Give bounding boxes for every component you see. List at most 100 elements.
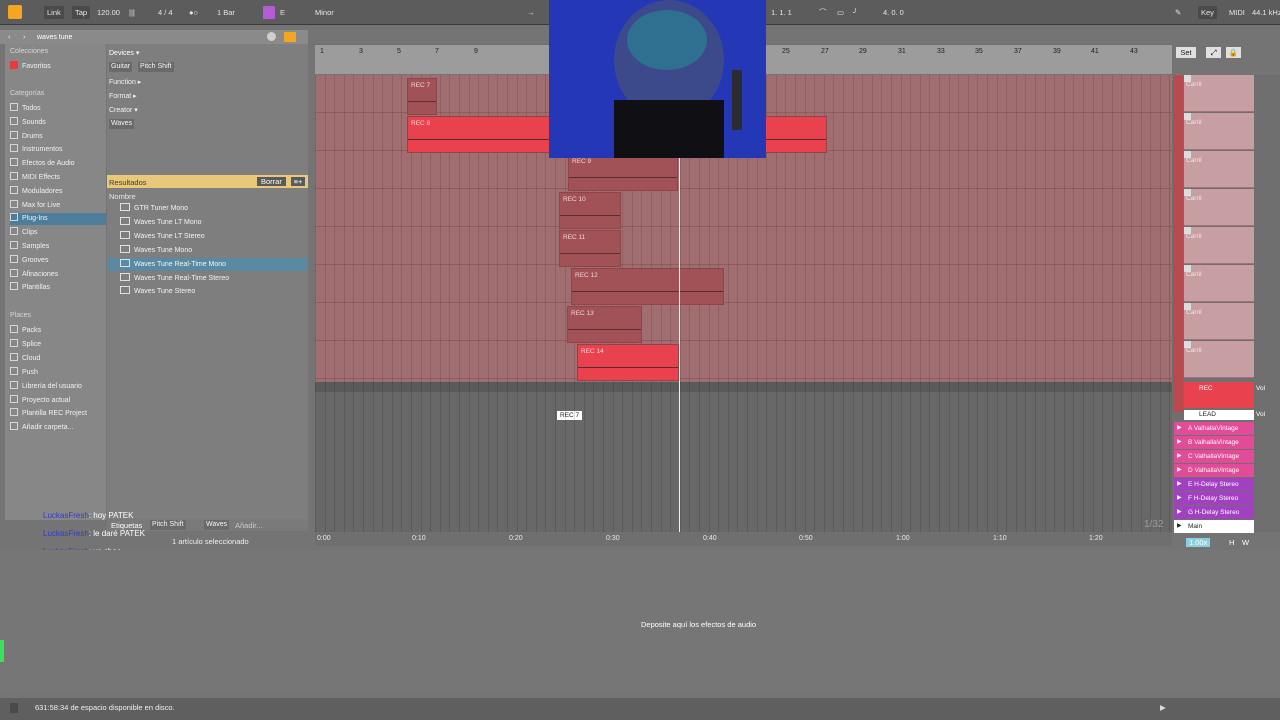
time-ruler[interactable]: 0:00 0:10 0:20 0:30 0:40 0:50 1:00 1:10 1:20 xyxy=(315,532,1172,546)
punch-out-icon[interactable]: ╯ xyxy=(850,6,861,19)
return-track-header[interactable]: A ValhallaVintage xyxy=(1174,422,1254,435)
return-track-header[interactable]: G H-Delay Stereo xyxy=(1174,506,1254,519)
result-item[interactable]: Waves Tune Real-Time Mono xyxy=(107,257,308,271)
time-signature[interactable]: 4 / 4 xyxy=(155,6,176,19)
track-lane[interactable] xyxy=(315,341,1172,379)
lead-volume[interactable]: Vol xyxy=(1256,411,1265,418)
loop-start-field[interactable]: 1. 1. 1 xyxy=(768,6,795,19)
track-lane[interactable] xyxy=(315,303,1172,341)
place-item-librer-a-del-usuario[interactable]: Librería del usuario xyxy=(10,380,106,393)
return-track-header[interactable]: F H-Delay Stereo xyxy=(1174,492,1254,505)
place-item-splice[interactable]: Splice xyxy=(10,338,106,351)
add-filter-icon[interactable]: ≡+ xyxy=(291,177,305,186)
place-item-packs[interactable]: Packs xyxy=(10,325,106,337)
result-item[interactable]: Waves Tune Real-Time Stereo xyxy=(120,272,305,285)
back-icon[interactable]: ‹ xyxy=(8,32,11,41)
lead-track-header[interactable]: LEAD xyxy=(1184,410,1254,420)
main-track-header[interactable]: Main xyxy=(1174,520,1254,533)
tap-button[interactable]: Tap xyxy=(72,6,91,19)
sidebar-item-favorites[interactable]: Favoritos xyxy=(10,61,106,73)
audio-clip[interactable]: REC 13 xyxy=(567,306,642,343)
sidebar-item-sounds[interactable]: Sounds xyxy=(10,116,106,129)
result-item[interactable]: Waves Tune Stereo xyxy=(120,285,305,298)
sidebar-item-grooves[interactable]: Grooves xyxy=(10,254,106,267)
result-item[interactable]: Waves Tune LT Stereo xyxy=(120,230,305,243)
audio-clip[interactable]: REC 12 xyxy=(571,268,724,305)
result-item[interactable]: GTR Tuner Mono xyxy=(120,202,305,215)
rec-track-header[interactable]: REC xyxy=(1184,382,1254,408)
browser-search-input[interactable] xyxy=(37,31,275,43)
play-icon[interactable]: ▶ xyxy=(1160,703,1166,712)
sidebar-item-afinaciones[interactable]: Afinaciones xyxy=(10,268,106,281)
return-track-header[interactable]: D ValhallaVintage xyxy=(1174,464,1254,477)
grid-fraction[interactable]: 1/32 xyxy=(1144,519,1163,530)
small-clip[interactable]: REC 7 xyxy=(557,411,583,420)
result-item[interactable]: Waves Tune LT Mono xyxy=(120,216,305,229)
forward-icon[interactable]: › xyxy=(23,32,26,41)
sidebar-item-efectos-de-audio[interactable]: Efectos de Audio xyxy=(10,158,106,170)
sidebar-item-plantillas[interactable]: Plantillas xyxy=(10,282,106,294)
tag-waves[interactable]: Waves xyxy=(109,119,135,129)
midi-map-button[interactable]: MIDI xyxy=(1226,6,1248,19)
track-header[interactable]: Carril xyxy=(1184,341,1254,378)
tempo-field[interactable]: 120.00 xyxy=(94,6,123,19)
scale-toggle-icon[interactable] xyxy=(263,6,275,19)
filter-creator[interactable]: Creator ▾ xyxy=(109,105,138,116)
set-button[interactable]: Set xyxy=(1176,47,1196,58)
audio-clip[interactable]: REC 14 xyxy=(577,344,679,381)
filter-format[interactable]: Format ▸ xyxy=(109,91,137,102)
track-header[interactable]: Carril xyxy=(1184,189,1254,226)
sidebar-item-drums[interactable]: Drums xyxy=(10,130,106,143)
track-header[interactable]: Carril xyxy=(1184,303,1254,340)
place-item-plantilla-rec-project[interactable]: Plantilla REC Project xyxy=(10,408,106,420)
place-item-a-adir-carpeta-[interactable]: Añadir carpeta... xyxy=(10,422,106,434)
tag-guitar[interactable]: Guitar xyxy=(109,62,133,72)
sidebar-item-midi-effects[interactable]: MIDI Effects xyxy=(10,172,106,184)
punch-in-icon[interactable]: ▭ xyxy=(834,6,847,19)
return-track-header[interactable]: C ValhallaVintage xyxy=(1174,450,1254,463)
place-item-proyecto-actual[interactable]: Proyecto actual xyxy=(10,394,106,407)
track-header[interactable]: Carril xyxy=(1184,227,1254,264)
result-item[interactable]: Waves Tune Mono xyxy=(120,244,305,257)
sidebar-item-max-for-live[interactable]: Max for Live xyxy=(10,199,106,212)
loop-toggle-icon[interactable]: ⌒ xyxy=(816,6,830,19)
track-header[interactable]: Carril xyxy=(1184,151,1254,188)
name-column-header[interactable]: Nombre xyxy=(109,192,136,201)
return-track-header[interactable]: B ValhallaVintage xyxy=(1174,436,1254,449)
audio-clip[interactable]: REC 7 xyxy=(407,78,437,115)
sidebar-item-samples[interactable]: Samples xyxy=(10,241,106,253)
rec-volume[interactable]: Vol xyxy=(1256,385,1265,392)
live-logo-icon[interactable] xyxy=(8,5,22,19)
clear-results-button[interactable]: Borrar xyxy=(257,177,286,186)
metronome-icon[interactable]: ||| xyxy=(126,6,138,19)
key-map-button[interactable]: Key xyxy=(1198,6,1217,19)
lock-icon[interactable]: 🔒 xyxy=(1226,47,1241,58)
draw-mode-icon[interactable]: ✎ xyxy=(1172,6,1184,19)
sidebar-item-instrumentos[interactable]: Instrumentos xyxy=(10,144,106,156)
place-item-push[interactable]: Push xyxy=(10,366,106,379)
place-item-cloud[interactable]: Cloud xyxy=(10,352,106,365)
track-lane[interactable] xyxy=(315,265,1172,303)
link-button[interactable]: Link xyxy=(44,6,64,19)
audio-clip[interactable]: REC 10 xyxy=(559,192,621,229)
h-toggle[interactable]: H xyxy=(1229,538,1234,547)
follow-icon[interactable]: ●○ xyxy=(186,6,201,19)
key-dropdown[interactable]: E xyxy=(277,6,288,19)
zoom-field[interactable]: 1.00x xyxy=(1186,538,1211,547)
sidebar-item-todos[interactable]: Todos xyxy=(10,103,106,115)
filter-function[interactable]: Function ▸ xyxy=(109,77,141,88)
audio-clip[interactable]: REC 11 xyxy=(559,230,621,267)
return-track-header[interactable]: E H-Delay Stereo xyxy=(1174,478,1254,491)
sidebar-item-clips[interactable]: Clips xyxy=(10,227,106,239)
fold-icon[interactable]: ⤢ xyxy=(1206,47,1221,58)
track-header[interactable]: Carril xyxy=(1184,265,1254,302)
w-toggle[interactable]: W xyxy=(1242,538,1249,547)
scale-dropdown[interactable]: Minor xyxy=(312,6,337,19)
filter-devices[interactable]: Devices ▾ xyxy=(109,48,139,59)
arrangement-record-icon[interactable]: → xyxy=(524,6,538,19)
device-drop-area[interactable]: Deposite aquí los efectos de audio xyxy=(0,550,1280,694)
quantize-dropdown[interactable]: 1 Bar xyxy=(214,6,238,19)
filter-view-icon[interactable] xyxy=(284,32,296,42)
sidebar-item-moduladores[interactable]: Moduladores xyxy=(10,185,106,198)
track-lane[interactable] xyxy=(315,189,1172,227)
